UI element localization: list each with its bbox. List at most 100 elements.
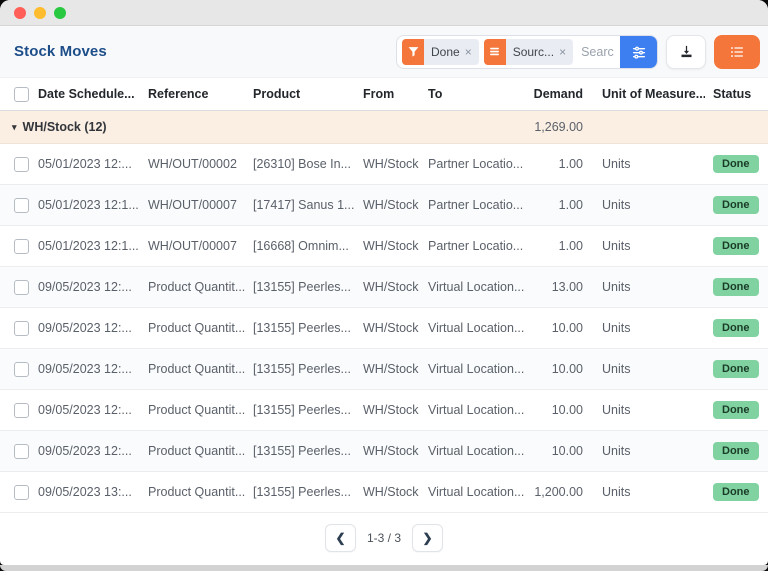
column-header-reference[interactable]: Reference [148, 87, 253, 101]
table-row[interactable]: 05/01/2023 12:... WH/OUT/00002 [26310] B… [0, 144, 768, 185]
sliders-icon [631, 44, 647, 60]
status-badge: Done [713, 442, 759, 460]
cell-demand: 10.00 [551, 362, 583, 376]
row-select-cell [0, 197, 38, 213]
minimize-button[interactable] [34, 6, 46, 19]
cell-to: Virtual Location... [428, 403, 525, 417]
cell-from: WH/Stock [363, 403, 419, 417]
cell-demand: 1.00 [558, 198, 583, 212]
status-badge: Done [713, 278, 759, 296]
cell-to: Virtual Location... [428, 321, 525, 335]
table-row[interactable]: 09/05/2023 12:... Product Quantit... [13… [0, 267, 768, 308]
chevron-right-icon: ❯ [422, 531, 433, 545]
filter-icon [402, 38, 424, 65]
column-header-to[interactable]: To [428, 87, 528, 101]
search-bar[interactable]: Done × Sourc... × [396, 34, 658, 69]
search-facet-groupby: Sourc... × [483, 38, 574, 65]
cell-from: WH/Stock [363, 485, 419, 499]
cell-date: 09/05/2023 12:... [38, 280, 132, 294]
cell-product: [13155] Peerles... [253, 485, 351, 499]
pager-previous-button[interactable]: ❮ [324, 524, 356, 552]
pager-next-button[interactable]: ❯ [412, 524, 444, 552]
group-label[interactable]: ▾ WH/Stock (12) [0, 120, 528, 134]
row-checkbox[interactable] [14, 361, 29, 377]
cell-product: [13155] Peerles... [253, 280, 351, 294]
cell-product: [13155] Peerles... [253, 321, 351, 335]
column-header-status[interactable]: Status [705, 87, 768, 101]
row-select-cell [0, 320, 38, 336]
cell-status: Done [705, 155, 768, 173]
cell-status: Done [705, 196, 768, 214]
table-row[interactable]: 09/05/2023 12:... Product Quantit... [13… [0, 431, 768, 472]
row-select-cell [0, 156, 38, 172]
list-view-button[interactable] [714, 34, 760, 69]
table-row[interactable]: 09/05/2023 13:... Product Quantit... [13… [0, 472, 768, 513]
cell-status: Done [705, 237, 768, 255]
cell-reference: WH/OUT/00007 [148, 239, 237, 253]
search-input[interactable] [573, 44, 620, 59]
cell-to: Partner Locatio... [428, 198, 524, 212]
cell-date: 09/05/2023 12:... [38, 444, 132, 458]
control-panel: Stock Moves Done × Sourc... × [0, 26, 768, 78]
cell-date: 05/01/2023 12:... [38, 157, 132, 171]
cell-uom: Units [602, 362, 631, 376]
cell-demand: 10.00 [551, 403, 583, 417]
cell-uom: Units [602, 485, 631, 499]
traffic-lights [14, 6, 66, 19]
row-checkbox[interactable] [14, 402, 29, 418]
row-checkbox[interactable] [14, 484, 29, 500]
row-checkbox[interactable] [14, 279, 29, 295]
cell-product: [13155] Peerles... [253, 403, 351, 417]
cell-product: [13155] Peerles... [253, 444, 351, 458]
row-checkbox[interactable] [14, 197, 29, 213]
search-options-button[interactable] [620, 35, 657, 68]
group-row[interactable]: ▾ WH/Stock (12) 1,269.00 [0, 111, 768, 144]
select-all-checkbox[interactable] [14, 86, 29, 102]
cell-reference: Product Quantit... [148, 321, 246, 335]
table-row[interactable]: 09/05/2023 12:... Product Quantit... [13… [0, 308, 768, 349]
cell-uom: Units [602, 280, 631, 294]
cell-date: 05/01/2023 12:1... [38, 198, 139, 212]
cell-uom: Units [602, 157, 631, 171]
app-window: Stock Moves Done × Sourc... × Search... … [0, 0, 768, 565]
group-name: WH/Stock (12) [22, 120, 107, 134]
cell-from: WH/Stock [363, 239, 419, 253]
cell-reference: Product Quantit... [148, 444, 246, 458]
status-badge: Done [713, 401, 759, 419]
cell-status: Done [705, 483, 768, 501]
column-header-demand[interactable]: Demand [528, 87, 590, 101]
row-select-cell [0, 443, 38, 459]
search-facet-filter: Done × [402, 38, 479, 65]
table-row[interactable]: 09/05/2023 12:... Product Quantit... [13… [0, 349, 768, 390]
cell-from: WH/Stock [363, 157, 419, 171]
cell-to: Virtual Location... [428, 362, 525, 376]
cell-date: 09/05/2023 12:... [38, 362, 132, 376]
facet-label: Sourc... [512, 44, 555, 59]
status-badge: Done [713, 196, 759, 214]
column-header-uom[interactable]: Unit of Measure... [590, 87, 705, 101]
facet-label: Done [431, 44, 460, 59]
row-checkbox[interactable] [14, 156, 29, 172]
cell-from: WH/Stock [363, 362, 419, 376]
maximize-button[interactable] [54, 6, 66, 19]
download-button[interactable] [666, 34, 706, 69]
cell-to: Virtual Location... [428, 444, 525, 458]
row-checkbox[interactable] [14, 443, 29, 459]
close-button[interactable] [14, 6, 26, 19]
column-header-date[interactable]: Date Schedule... [38, 87, 148, 101]
download-icon [679, 44, 694, 59]
facet-remove-button[interactable]: × [559, 45, 573, 59]
table-header: Date Schedule... Reference Product From … [0, 78, 768, 111]
table-row[interactable]: 09/05/2023 12:... Product Quantit... [13… [0, 390, 768, 431]
cell-status: Done [705, 360, 768, 378]
table-row[interactable]: 05/01/2023 12:1... WH/OUT/00007 [16668] … [0, 226, 768, 267]
cell-reference: WH/OUT/00007 [148, 198, 237, 212]
column-header-from[interactable]: From [363, 87, 428, 101]
row-checkbox[interactable] [14, 320, 29, 336]
facet-remove-button[interactable]: × [465, 45, 479, 59]
column-header-product[interactable]: Product [253, 87, 363, 101]
table-row[interactable]: 05/01/2023 12:1... WH/OUT/00007 [17417] … [0, 185, 768, 226]
status-badge: Done [713, 319, 759, 337]
cell-date: 09/05/2023 12:... [38, 403, 132, 417]
row-checkbox[interactable] [14, 238, 29, 254]
